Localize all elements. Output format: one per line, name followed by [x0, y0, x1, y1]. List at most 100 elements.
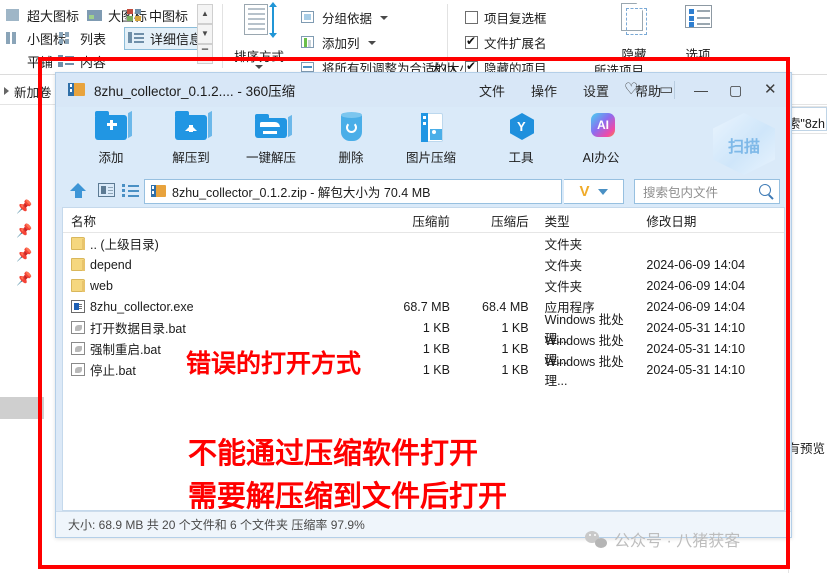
- table-row[interactable]: web 文件夹 2024-06-09 14:04: [63, 275, 784, 296]
- column-header-type[interactable]: 类型: [529, 211, 631, 230]
- chevron-down-icon: [367, 40, 376, 45]
- column-header-before[interactable]: 压缩前: [373, 211, 450, 230]
- group-by-label: 分组依据: [322, 12, 373, 26]
- minimize-icon[interactable]: —: [694, 82, 711, 99]
- pin-icon: 📌: [16, 199, 33, 214]
- view-option-tiles[interactable]: 平铺: [2, 51, 56, 72]
- group-by-icon: [300, 10, 316, 25]
- toolbar-tools-button[interactable]: Y 工具: [481, 111, 561, 166]
- explorer-selected-row[interactable]: [0, 397, 44, 419]
- toolbar-one-click-extract-button[interactable]: 一键解压: [231, 111, 311, 166]
- options-button[interactable]: 选项: [670, 2, 726, 72]
- annotation-wrong-way: 错误的打开方式: [186, 350, 362, 378]
- column-header-after[interactable]: 压缩后: [450, 211, 529, 230]
- scan-button[interactable]: 扫描: [713, 113, 775, 175]
- breadcrumb[interactable]: 新加卷 (: [14, 82, 59, 101]
- chevron-down-icon: [597, 188, 608, 195]
- bat-icon: [71, 363, 85, 376]
- sort-by-icon: [240, 2, 278, 42]
- file-name: web: [90, 278, 113, 293]
- archive-path-field[interactable]: 8zhu_collector_0.1.2.zip - 解包大小为 70.4 MB: [144, 179, 562, 204]
- spinner-expand-button[interactable]: ▔: [197, 44, 213, 64]
- toolbar-image-compress-button[interactable]: 图片压缩: [391, 111, 471, 166]
- file-type: 文件夹: [544, 259, 583, 273]
- file-extensions-option[interactable]: 文件扩展名: [465, 33, 547, 52]
- view-option-label: 列表: [80, 32, 107, 47]
- maximize-icon[interactable]: ▢: [729, 82, 746, 99]
- table-row[interactable]: .. (上级目录) 文件夹: [63, 233, 784, 254]
- tools-icon: Y: [503, 111, 539, 145]
- extra-large-icons-icon: [5, 8, 22, 23]
- menu-file[interactable]: 文件: [479, 81, 505, 100]
- column-header-date[interactable]: 修改日期: [630, 211, 784, 230]
- explorer-search-text: 索"8zh: [787, 117, 825, 131]
- view-option-label: 内容: [80, 55, 107, 70]
- feedback-icon[interactable]: ▭: [659, 81, 676, 99]
- file-size-after: 1 KB: [501, 362, 529, 377]
- options-label: 选项: [685, 48, 711, 62]
- spinner-down-button[interactable]: ▼: [197, 24, 213, 44]
- zip-toolbar: 添加 解压到 一键解压 删除 图片压缩 Y 工具 AI AI办公 扫描: [56, 107, 791, 175]
- checkbox-unchecked-icon[interactable]: [465, 11, 478, 24]
- view-scroll-spinner[interactable]: ▲ ▼ ▔: [197, 4, 213, 70]
- close-icon[interactable]: ✕: [764, 81, 781, 99]
- toolbar-delete-button[interactable]: 删除: [311, 111, 391, 166]
- view-option-content[interactable]: 内容: [55, 51, 109, 72]
- view-option-extra-large-icons[interactable]: 超大图标: [2, 5, 82, 26]
- table-row[interactable]: 打开数据目录.bat 1 KB 1 KB Windows 批处理... 2024…: [63, 313, 784, 346]
- view-option-label: 平铺: [27, 55, 54, 70]
- options-icon: [681, 2, 715, 42]
- spinner-up-button[interactable]: ▲: [197, 4, 213, 24]
- file-type: Windows 批处理...: [544, 354, 624, 388]
- path-dropdown-button[interactable]: V: [564, 179, 624, 204]
- search-icon[interactable]: [759, 184, 771, 196]
- up-arrow-icon[interactable]: [70, 182, 87, 199]
- file-extensions-label: 文件扩展名: [484, 37, 547, 51]
- table-row[interactable]: depend 文件夹 2024-06-09 14:04: [63, 254, 784, 275]
- file-date: 2024-06-09 14:04: [646, 299, 746, 314]
- list-mode-icon[interactable]: [122, 182, 139, 199]
- file-name: 强制重启.bat: [90, 343, 161, 357]
- view-mode-icon[interactable]: [98, 182, 115, 199]
- view-option-details[interactable]: 详细信息: [124, 27, 207, 50]
- file-size-after: 1 KB: [501, 341, 529, 356]
- extract-to-icon: [173, 110, 212, 145]
- zip-title-bar: 8zhu_collector_0.1.2.... - 360压缩 文件 操作 设…: [56, 73, 791, 107]
- toolbar-label: 工具: [508, 151, 534, 165]
- add-column-button[interactable]: 添加列: [300, 33, 376, 52]
- file-list-header: 名称 压缩前 压缩后 类型 修改日期: [63, 208, 784, 233]
- column-header-name[interactable]: 名称: [63, 211, 373, 230]
- table-row[interactable]: 强制重启.bat 1 KB 1 KB Windows 批处理... 2024-0…: [63, 334, 784, 367]
- content-view-icon: [58, 54, 75, 69]
- group-by-button[interactable]: 分组依据: [300, 8, 389, 27]
- toolbar-label: 添加: [98, 151, 124, 165]
- checkbox-checked-icon[interactable]: [465, 34, 478, 49]
- toolbar-extract-to-button[interactable]: 解压到: [151, 110, 231, 166]
- menu-settings[interactable]: 设置: [583, 81, 609, 100]
- archive-search-field[interactable]: 搜索包内文件: [634, 179, 780, 204]
- item-checkboxes-option[interactable]: 项目复选框: [465, 8, 547, 27]
- table-row[interactable]: 8zhu_collector.exe 68.7 MB 68.4 MB 应用程序 …: [63, 296, 784, 317]
- file-name: 打开数据目录.bat: [90, 322, 186, 336]
- hide-label: 隐藏: [621, 48, 647, 62]
- sort-by-button[interactable]: 排序方式: [228, 2, 290, 72]
- add-to-archive-icon: [93, 110, 132, 145]
- skin-icon[interactable]: ♡: [624, 81, 641, 99]
- menu-operate[interactable]: 操作: [531, 81, 557, 100]
- folder-icon: [71, 258, 85, 271]
- toolbar-add-button[interactable]: 添加: [71, 110, 151, 166]
- view-option-list[interactable]: 列表: [55, 28, 109, 49]
- hide-selected-button[interactable]: 隐藏: [606, 2, 662, 72]
- item-checkboxes-label: 项目复选框: [484, 12, 547, 26]
- view-option-label: 超大图标: [27, 9, 80, 24]
- explorer-ribbon: 超大图标 大图标 中图标 小图标 列表 详细信息: [0, 0, 827, 75]
- file-type: 文件夹: [544, 280, 583, 294]
- toolbar-ai-office-button[interactable]: AI AI办公: [561, 111, 641, 166]
- bat-icon: [71, 342, 85, 355]
- archive-icon: [68, 81, 86, 99]
- chevron-down-icon: [380, 15, 389, 20]
- zip-path-bar: 8zhu_collector_0.1.2.zip - 解包大小为 70.4 MB…: [56, 175, 791, 207]
- small-icons-icon: [5, 31, 22, 46]
- table-row[interactable]: 停止.bat 1 KB 1 KB Windows 批处理... 2024-05-…: [63, 355, 784, 388]
- view-option-medium-icons[interactable]: 中图标: [124, 5, 191, 26]
